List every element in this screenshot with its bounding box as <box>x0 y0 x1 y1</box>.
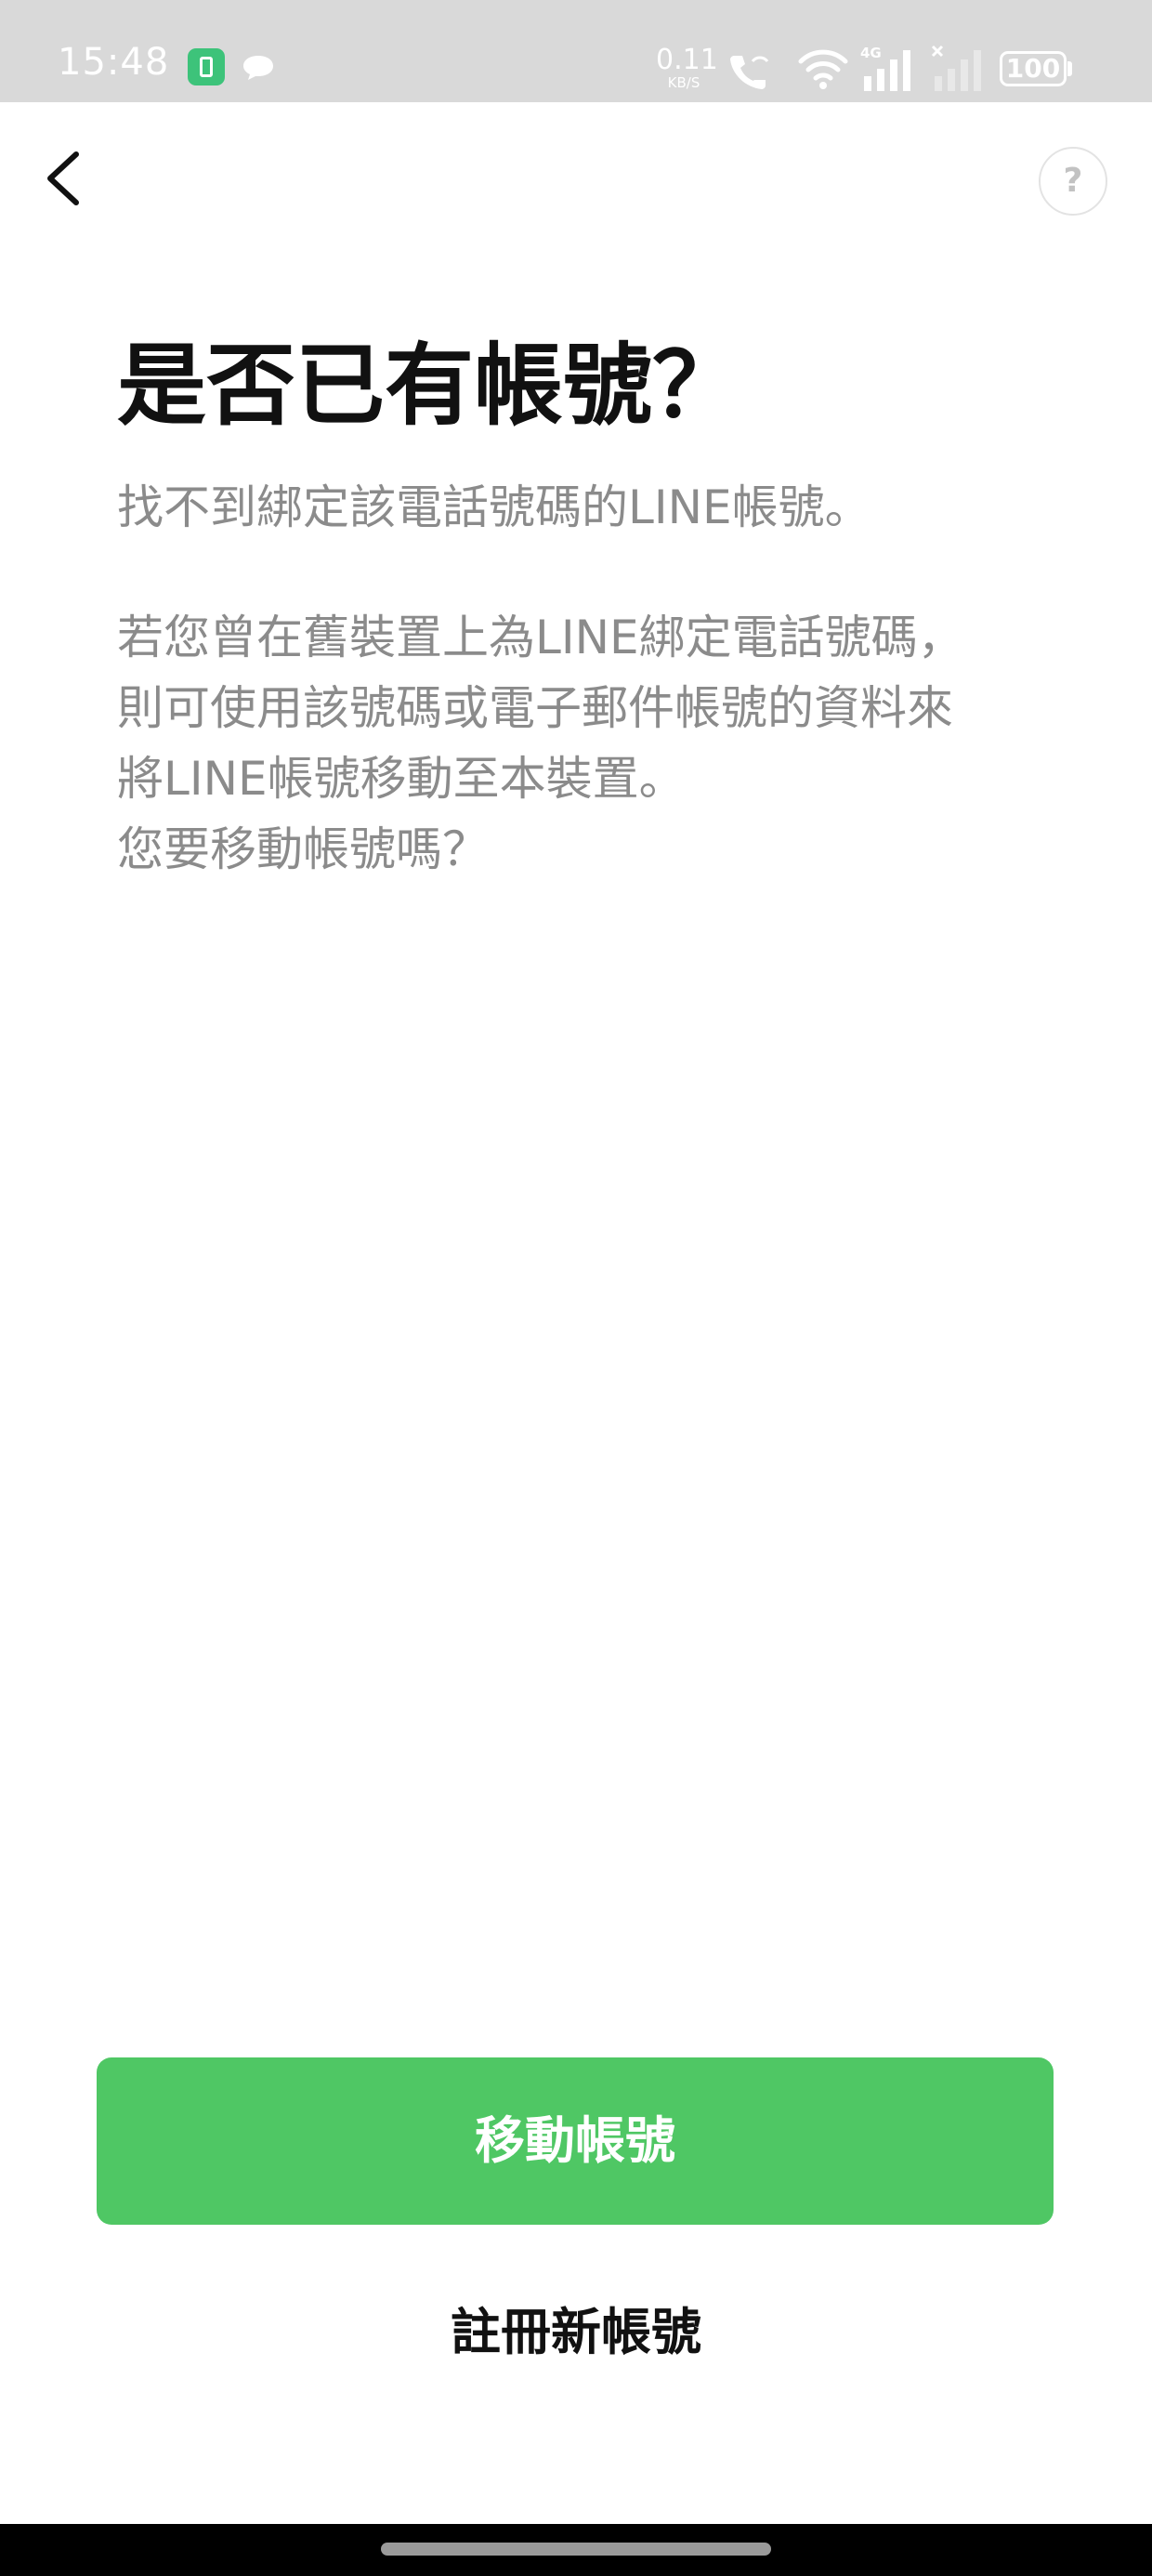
svg-text:4G: 4G <box>860 45 882 61</box>
network-speed-value: 0.11 <box>656 44 718 76</box>
network-speed: 0.11 KB/S <box>656 44 718 91</box>
back-button[interactable] <box>33 141 93 216</box>
page-title: 是否已有帳號？ <box>117 334 741 438</box>
battery-icon: 100 <box>1000 51 1067 86</box>
chat-bubble-icon <box>243 56 273 80</box>
help-button[interactable]: ? <box>1039 147 1107 216</box>
wifi-icon <box>798 49 848 89</box>
signal-no-service-icon <box>931 45 981 91</box>
chevron-left-icon <box>47 151 79 205</box>
account-exists-screen: 15:48 0.11 KB/S 4G 100 ? 是否已有帳號？ 找不到綁定該電… <box>0 0 1152 2576</box>
subtitle: 找不到綁定該電話號碼的LINE帳號。 <box>117 480 871 534</box>
battery-tip <box>1067 61 1072 76</box>
description-line: 將LINE帳號移動至本裝置。 <box>117 752 686 806</box>
description-line: 您要移動帳號嗎？ <box>117 822 489 876</box>
home-indicator[interactable] <box>381 2543 771 2556</box>
battery-saver-app-icon <box>188 48 225 85</box>
description-line: 若您曾在舊裝置上為LINE綁定電話號碼， <box>117 611 964 664</box>
signal-4g-icon: 4G <box>860 45 910 91</box>
network-speed-unit: KB/S <box>667 74 700 91</box>
register-new-account-button[interactable]: 註冊新帳號 <box>279 2286 873 2379</box>
description-line: 則可使用該號碼或電子郵件帳號的資料來 <box>117 681 953 735</box>
status-time: 15:48 <box>58 41 170 84</box>
description-text: 若您曾在舊裝置上為LINE綁定電話號碼， 則可使用該號碼或電子郵件帳號的資料來 … <box>117 602 1055 885</box>
move-account-button[interactable]: 移動帳號 <box>97 2057 1054 2225</box>
wifi-call-icon <box>730 56 769 89</box>
status-bar: 15:48 0.11 KB/S 4G 100 <box>0 0 1152 102</box>
